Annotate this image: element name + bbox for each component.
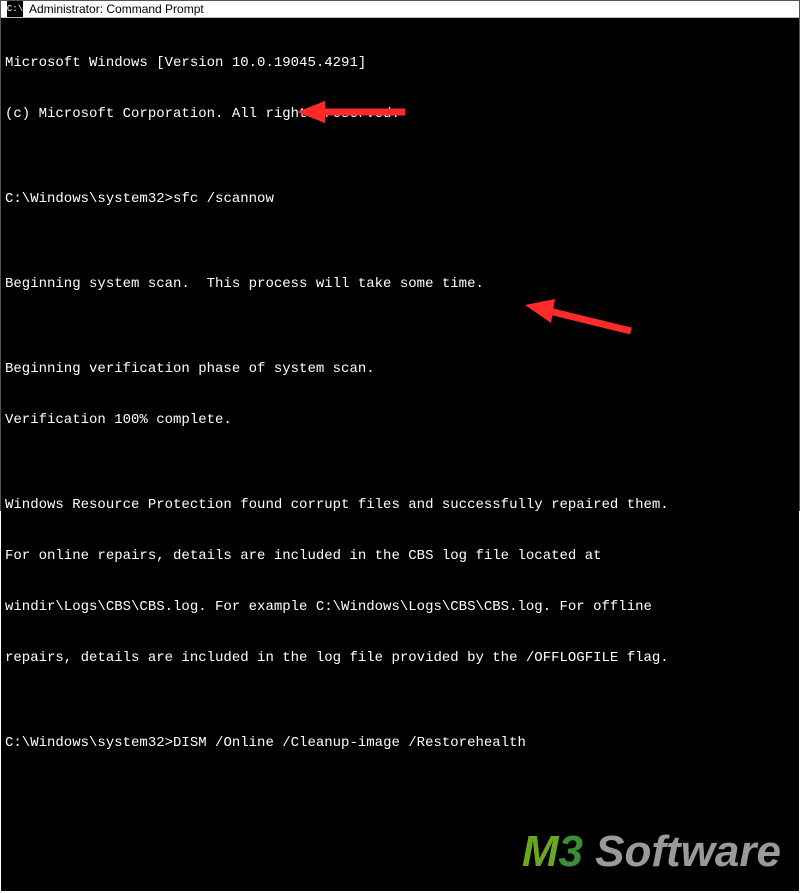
scan-start-line: Beginning system scan. This process will… <box>5 276 795 293</box>
watermark-m: M <box>522 827 559 876</box>
command-1: sfc /scannow <box>173 191 274 207</box>
watermark-3: 3 <box>558 827 582 876</box>
terminal-output[interactable]: Microsoft Windows [Version 10.0.19045.42… <box>1 18 799 891</box>
copyright-line: (c) Microsoft Corporation. All rights re… <box>5 106 795 123</box>
cmd-icon: C:\ <box>7 1 23 17</box>
verify-complete-line: Verification 100% complete. <box>5 412 795 429</box>
version-line: Microsoft Windows [Version 10.0.19045.42… <box>5 55 795 72</box>
result-line-4: repairs, details are included in the log… <box>5 650 795 667</box>
titlebar[interactable]: C:\ Administrator: Command Prompt <box>1 1 799 18</box>
watermark-logo: M3 Software <box>448 826 781 877</box>
window-title: Administrator: Command Prompt <box>29 2 204 16</box>
verify-phase-line: Beginning verification phase of system s… <box>5 361 795 378</box>
watermark-software: Software <box>583 827 781 876</box>
prompt-prefix-2: C:\Windows\system32> <box>5 735 173 751</box>
result-line-2: For online repairs, details are included… <box>5 548 795 565</box>
result-line-3: windir\Logs\CBS\CBS.log. For example C:\… <box>5 599 795 616</box>
result-line-1: Windows Resource Protection found corrup… <box>5 497 795 514</box>
command-prompt-window: C:\ Administrator: Command Prompt Micros… <box>0 0 800 511</box>
prompt-line-1: C:\Windows\system32>sfc /scannow <box>5 191 795 208</box>
command-2: DISM /Online /Cleanup-image /Restoreheal… <box>173 735 526 751</box>
cmd-icon-label: C:\ <box>7 4 23 14</box>
prompt-line-2: C:\Windows\system32>DISM /Online /Cleanu… <box>5 735 795 752</box>
prompt-prefix-1: C:\Windows\system32> <box>5 191 173 207</box>
